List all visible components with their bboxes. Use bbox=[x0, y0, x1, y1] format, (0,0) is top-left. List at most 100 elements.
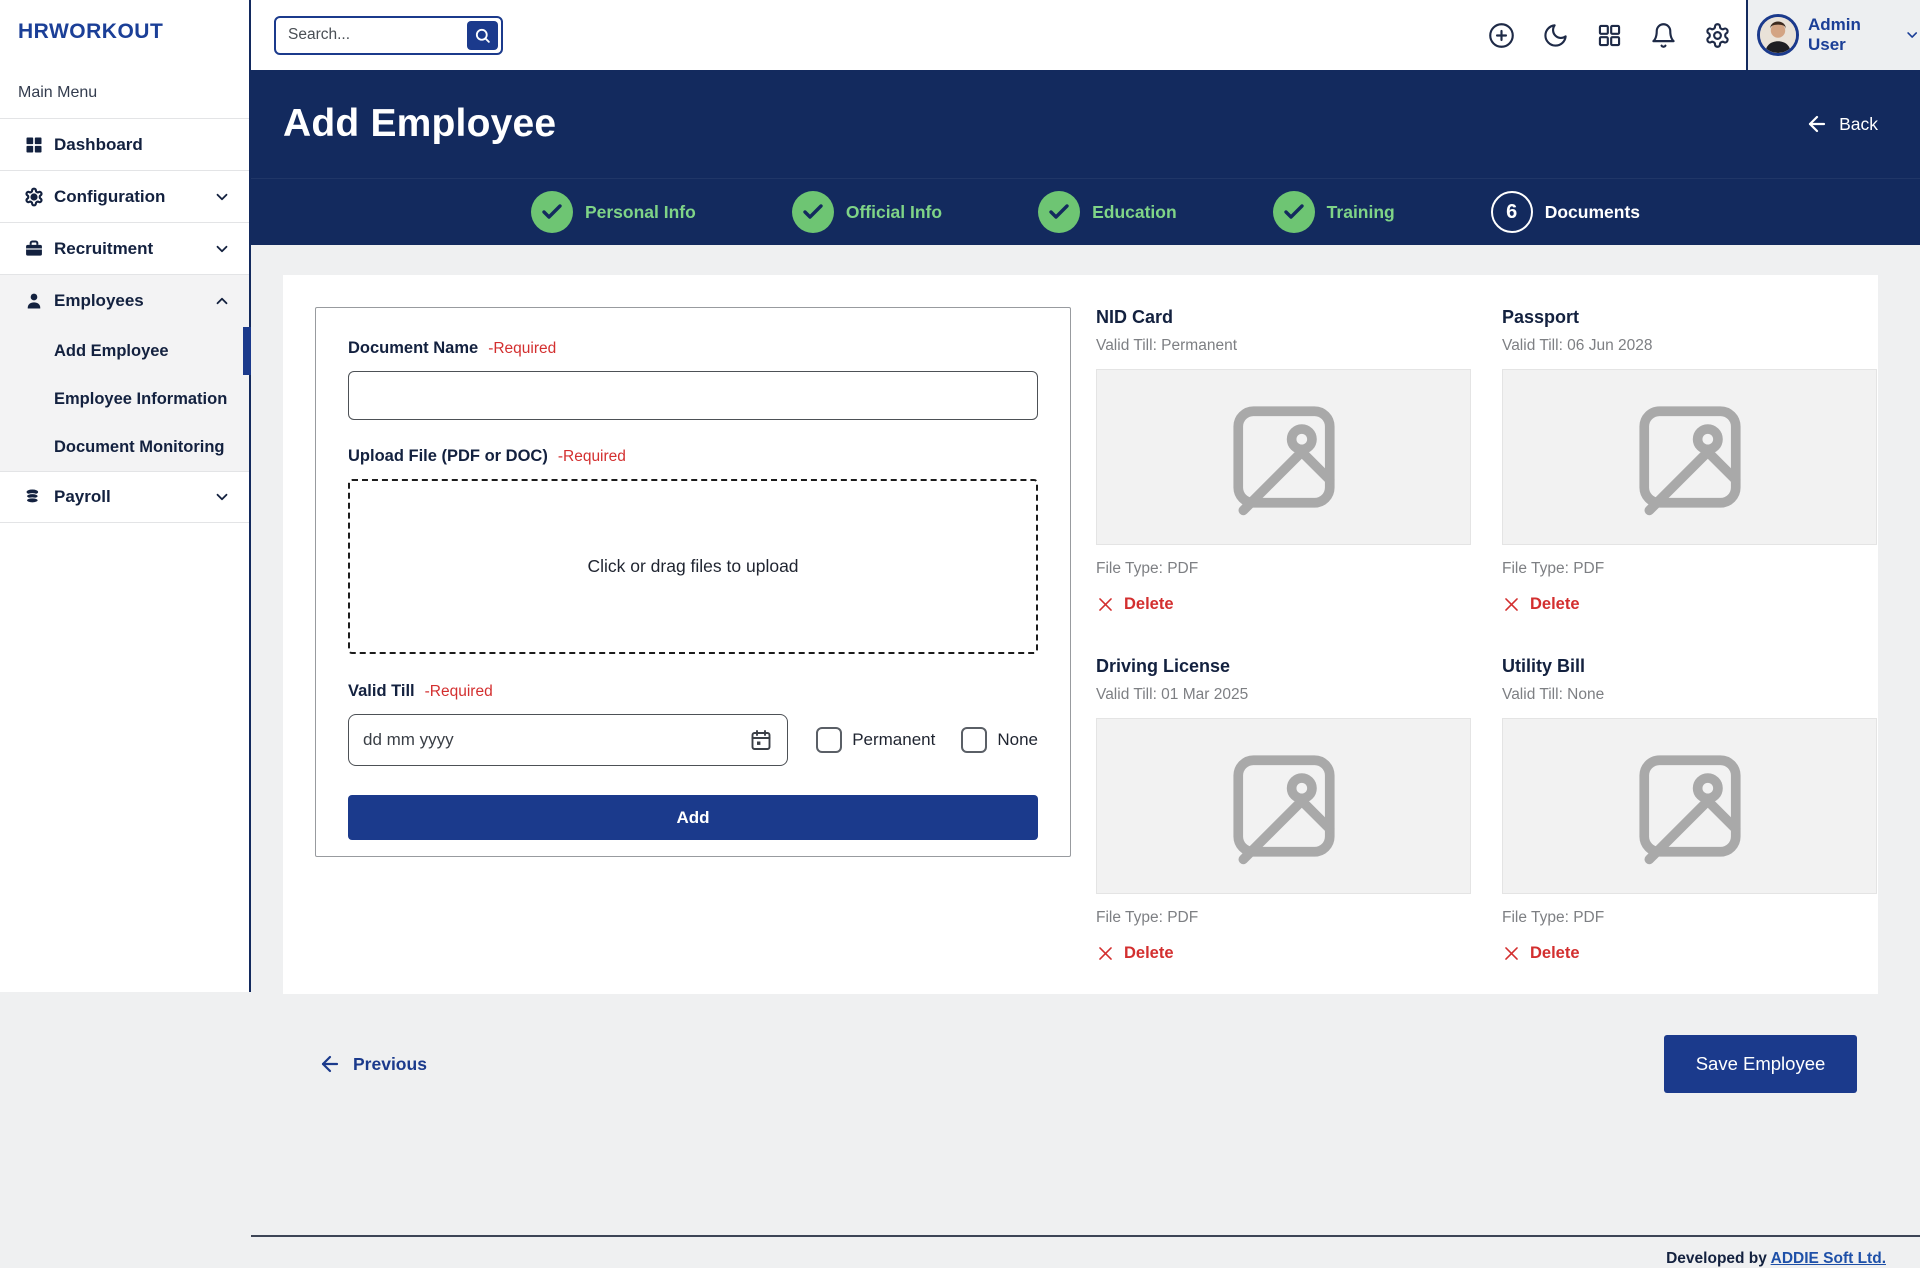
sidebar-item-dashboard[interactable]: Dashboard bbox=[0, 118, 249, 170]
document-valid-till: Valid Till: 01 Mar 2025 bbox=[1096, 686, 1249, 703]
search-button[interactable] bbox=[467, 20, 498, 50]
brand-logo: HRWORKOUT bbox=[18, 20, 164, 43]
sidebar-item-employees[interactable]: Employees bbox=[0, 275, 249, 327]
none-checkbox[interactable] bbox=[961, 727, 988, 753]
document-name-label: Document Name bbox=[348, 339, 479, 357]
step-documents[interactable]: 6 Documents bbox=[1490, 191, 1641, 233]
document-card-driving-license: Driving License Valid Till: 01 Mar 2025 … bbox=[1096, 656, 1471, 963]
bell-icon[interactable] bbox=[1650, 22, 1677, 49]
gear-icon bbox=[24, 187, 44, 207]
delete-label: Delete bbox=[1530, 944, 1580, 962]
step-number-badge: 6 bbox=[1490, 191, 1533, 233]
x-icon bbox=[1099, 598, 1112, 611]
document-thumbnail bbox=[1096, 718, 1471, 894]
previous-label: Previous bbox=[353, 1053, 427, 1074]
x-icon bbox=[1099, 947, 1112, 960]
none-label: None bbox=[997, 730, 1038, 749]
back-button[interactable]: Back bbox=[1805, 112, 1878, 136]
document-file-type: File Type: PDF bbox=[1096, 560, 1199, 577]
sidebar-subitem-label: Employee Information bbox=[54, 389, 228, 408]
x-icon bbox=[1505, 947, 1518, 960]
document-file-type: File Type: PDF bbox=[1502, 560, 1605, 577]
avatar bbox=[1757, 14, 1799, 56]
sidebar-employees-group: Employees Add Employee Employee Informat… bbox=[0, 274, 251, 471]
company-link[interactable]: ADDIE Soft Ltd. bbox=[1771, 1250, 1886, 1267]
permanent-checkbox[interactable] bbox=[816, 727, 843, 753]
document-card-nid: NID Card Valid Till: Permanent File Type… bbox=[1096, 307, 1471, 614]
sidebar-item-add-employee[interactable]: Add Employee bbox=[0, 327, 251, 375]
document-title: Driving License bbox=[1096, 656, 1231, 676]
apps-grid-icon[interactable] bbox=[1596, 22, 1623, 49]
step-label: Documents bbox=[1544, 201, 1641, 222]
add-button[interactable]: Add bbox=[348, 795, 1038, 840]
search-icon bbox=[475, 28, 490, 43]
step-education[interactable]: Education bbox=[1038, 191, 1177, 233]
wizard-footer-nav: Previous Save Employee bbox=[283, 1035, 1878, 1093]
chevron-down-icon bbox=[216, 493, 228, 501]
image-placeholder-icon bbox=[1232, 406, 1335, 516]
page-title: Add Employee bbox=[283, 102, 557, 145]
chevron-down-icon bbox=[1906, 32, 1917, 38]
content-card: Document Name -Required Upload File (PDF… bbox=[283, 275, 1878, 994]
sidebar-item-payroll[interactable]: Payroll bbox=[0, 471, 249, 523]
sidebar-item-label: Employees bbox=[54, 291, 144, 310]
delete-document-button[interactable]: Delete bbox=[1502, 595, 1580, 614]
document-valid-till: Valid Till: Permanent bbox=[1096, 337, 1237, 354]
document-title: Passport bbox=[1502, 307, 1580, 327]
check-circle-icon bbox=[1038, 191, 1081, 233]
step-personal-info[interactable]: Personal Info bbox=[530, 191, 696, 233]
sidebar: HRWORKOUT Main Menu Dashboard Configurat… bbox=[0, 0, 251, 992]
permanent-label: Permanent bbox=[852, 730, 936, 749]
document-name-input[interactable] bbox=[348, 371, 1038, 420]
plus-circle-icon[interactable] bbox=[1488, 22, 1515, 49]
dropzone-text: Click or drag files to upload bbox=[587, 556, 799, 576]
user-menu[interactable]: Admin User bbox=[1746, 0, 1920, 70]
sidebar-item-recruitment[interactable]: Recruitment bbox=[0, 222, 249, 274]
search-box bbox=[274, 15, 503, 55]
permanent-option[interactable]: Permanent bbox=[816, 727, 935, 753]
image-placeholder-icon bbox=[1232, 755, 1335, 865]
chevron-up-icon bbox=[216, 297, 228, 305]
sidebar-subitem-label: Add Employee bbox=[54, 341, 169, 360]
none-option[interactable]: None bbox=[961, 727, 1038, 753]
delete-document-button[interactable]: Delete bbox=[1096, 944, 1174, 963]
valid-till-input[interactable] bbox=[363, 730, 750, 750]
document-title: NID Card bbox=[1096, 307, 1174, 327]
document-file-type: File Type: PDF bbox=[1502, 909, 1605, 926]
delete-document-button[interactable]: Delete bbox=[1502, 944, 1580, 963]
moon-icon[interactable] bbox=[1542, 22, 1569, 49]
delete-document-button[interactable]: Delete bbox=[1096, 595, 1174, 614]
calendar-icon[interactable] bbox=[749, 728, 773, 752]
required-tag: -Required bbox=[557, 448, 626, 465]
delete-label: Delete bbox=[1124, 944, 1174, 962]
document-valid-till: Valid Till: None bbox=[1502, 686, 1605, 703]
sidebar-item-label: Dashboard bbox=[54, 134, 143, 154]
step-official-info[interactable]: Official Info bbox=[791, 191, 943, 233]
document-title: Utility Bill bbox=[1502, 656, 1586, 676]
step-label: Official Info bbox=[845, 201, 943, 222]
validity-options: Permanent None bbox=[816, 727, 1038, 753]
delete-label: Delete bbox=[1530, 595, 1580, 613]
required-tag: -Required bbox=[424, 683, 493, 700]
back-label: Back bbox=[1839, 113, 1878, 134]
sidebar-item-label: Configuration bbox=[54, 186, 166, 206]
page-header: Add Employee Back bbox=[251, 70, 1920, 178]
save-employee-button[interactable]: Save Employee bbox=[1664, 1035, 1857, 1093]
image-placeholder-icon bbox=[1638, 406, 1741, 516]
chevron-down-icon bbox=[216, 245, 228, 252]
image-placeholder-icon bbox=[1638, 755, 1741, 865]
sidebar-item-document-monitoring[interactable]: Document Monitoring bbox=[0, 423, 249, 471]
gear-icon[interactable] bbox=[1704, 22, 1731, 49]
sidebar-item-employee-information[interactable]: Employee Information bbox=[0, 375, 249, 423]
arrow-left-icon bbox=[321, 1055, 339, 1073]
file-dropzone[interactable]: Click or drag files to upload bbox=[348, 479, 1038, 654]
uploaded-documents: NID Card Valid Till: Permanent File Type… bbox=[1096, 307, 1877, 994]
document-thumbnail bbox=[1502, 369, 1877, 545]
sidebar-item-configuration[interactable]: Configuration bbox=[0, 170, 249, 222]
previous-button[interactable]: Previous bbox=[318, 1052, 427, 1076]
document-card-passport: Passport Valid Till: 06 Jun 2028 File Ty… bbox=[1502, 307, 1877, 614]
check-circle-icon bbox=[791, 191, 834, 233]
check-circle-icon bbox=[1272, 191, 1315, 233]
step-label: Training bbox=[1326, 201, 1395, 222]
step-training[interactable]: Training bbox=[1272, 191, 1395, 233]
